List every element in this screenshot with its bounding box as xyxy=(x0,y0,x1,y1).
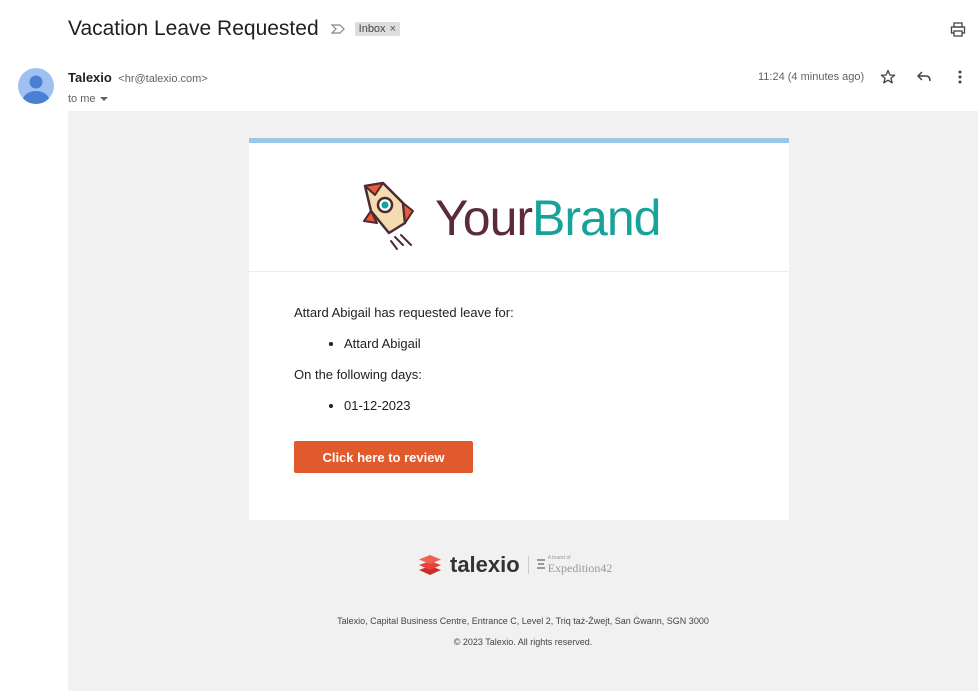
brand-wordmark-part2: Brand xyxy=(532,190,661,246)
talexio-footer-logo[interactable]: talexio A brand of Expedition42 xyxy=(418,552,612,578)
card-content: Attard Abigail has requested leave for: … xyxy=(249,272,789,473)
brand-wordmark: YourBrand xyxy=(435,188,661,248)
remove-label-button[interactable]: × xyxy=(390,23,396,35)
partner-brand-name: Expedition42 xyxy=(547,560,613,575)
footer-copyright: © 2023 Talexio. All rights reserved. xyxy=(453,637,593,647)
importance-marker-icon[interactable] xyxy=(330,22,347,36)
more-vert-icon[interactable] xyxy=(952,69,968,85)
day-list-item: 01-12-2023 xyxy=(344,398,789,413)
reply-icon[interactable] xyxy=(916,69,932,85)
print-icon[interactable] xyxy=(950,22,968,38)
sender-block: Talexio <hr@talexio.com> to me xyxy=(68,69,208,105)
footer-address: Talexio, Capital Business Centre, Entran… xyxy=(337,616,709,626)
star-icon[interactable] xyxy=(880,69,896,85)
inbox-label-chip: Inbox × xyxy=(354,22,400,36)
employee-list: Attard Abigail xyxy=(294,336,789,351)
review-button[interactable]: Click here to review xyxy=(294,441,473,473)
sender-avatar[interactable] xyxy=(18,68,54,104)
email-body: YourBrand Attard Abigail has requested l… xyxy=(68,111,978,691)
email-timestamp: 11:24 (4 minutes ago) xyxy=(758,71,865,83)
recipient-label: to me xyxy=(68,93,96,105)
brand-header: YourBrand xyxy=(249,143,789,272)
chevron-down-icon[interactable] xyxy=(99,93,108,105)
sender-name[interactable]: Talexio xyxy=(68,70,112,85)
label-chip-text: Inbox xyxy=(358,23,386,35)
logo-divider xyxy=(527,556,529,574)
recipient-row[interactable]: to me xyxy=(68,93,208,105)
email-card: YourBrand Attard Abigail has requested l… xyxy=(249,138,789,520)
days-list: 01-12-2023 xyxy=(294,398,789,413)
talexio-logo-icon xyxy=(419,555,441,575)
email-subject: Vacation Leave Requested xyxy=(68,17,319,40)
expedition-icon xyxy=(536,556,545,574)
talexio-wordmark: talexio xyxy=(450,552,520,577)
subject-row: Vacation Leave Requested Inbox × xyxy=(68,14,400,44)
days-label: On the following days: xyxy=(294,367,422,382)
sender-email: <hr@talexio.com> xyxy=(118,73,208,85)
employee-list-item: Attard Abigail xyxy=(344,336,789,351)
brand-wordmark-part1: Your xyxy=(435,190,533,246)
partner-brand: A brand of Expedition42 xyxy=(548,555,613,576)
rocket-logo-icon xyxy=(363,181,414,250)
leave-intro-text: Attard Abigail has requested leave for: xyxy=(294,305,514,320)
